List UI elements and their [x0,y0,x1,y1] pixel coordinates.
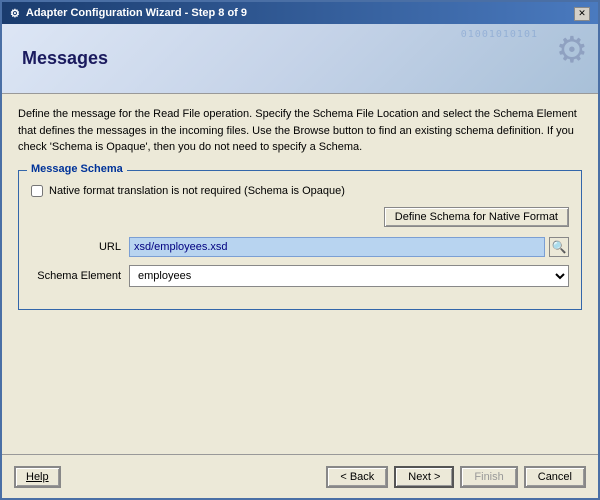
title-bar: ⚙ Adapter Configuration Wizard - Step 8 … [2,2,598,24]
content-area: Define the message for the Read File ope… [2,94,598,454]
checkbox-row: Native format translation is not require… [31,185,569,197]
group-box-legend: Message Schema [27,163,127,175]
schema-element-label: Schema Element [31,270,121,282]
header-title: Messages [22,48,108,69]
back-button[interactable]: < Back [326,466,388,488]
footer-right: < Back Next > Finish Cancel [326,466,586,488]
footer-left: Help [14,466,61,488]
schema-element-row: Schema Element employees [31,265,569,287]
cancel-button[interactable]: Cancel [524,466,586,488]
description-text: Define the message for the Read File ope… [18,106,582,156]
message-schema-group: Message Schema Native format translation… [18,170,582,310]
url-label: URL [31,241,121,253]
url-input-wrapper: 🔍 [129,237,569,257]
opaque-checkbox[interactable] [31,185,43,197]
title-icon: ⚙ [10,7,20,20]
footer: Help < Back Next > Finish Cancel [2,454,598,498]
finish-button[interactable]: Finish [460,466,517,488]
next-button[interactable]: Next > [394,466,454,488]
browse-icon[interactable]: 🔍 [549,237,569,257]
url-row: URL 🔍 [31,237,569,257]
define-button-row: Define Schema for Native Format [31,207,569,227]
wizard-window: ⚙ Adapter Configuration Wizard - Step 8 … [0,0,600,500]
header-bg-decoration: 01001010101 [461,29,538,40]
define-schema-button[interactable]: Define Schema for Native Format [384,207,569,227]
close-button[interactable]: ✕ [574,7,590,21]
opaque-checkbox-label: Native format translation is not require… [49,185,345,197]
title-bar-controls: ✕ [574,5,590,21]
header-area: Messages 01001010101 ⚙ [2,24,598,94]
header-icon-area: ⚙ [556,29,588,71]
header-gear-icon: ⚙ [556,29,588,70]
window-title: Adapter Configuration Wizard - Step 8 of… [26,7,247,19]
schema-element-select[interactable]: employees [129,265,569,287]
help-button[interactable]: Help [14,466,61,488]
url-input[interactable] [129,237,545,257]
title-bar-text: ⚙ Adapter Configuration Wizard - Step 8 … [10,7,247,20]
